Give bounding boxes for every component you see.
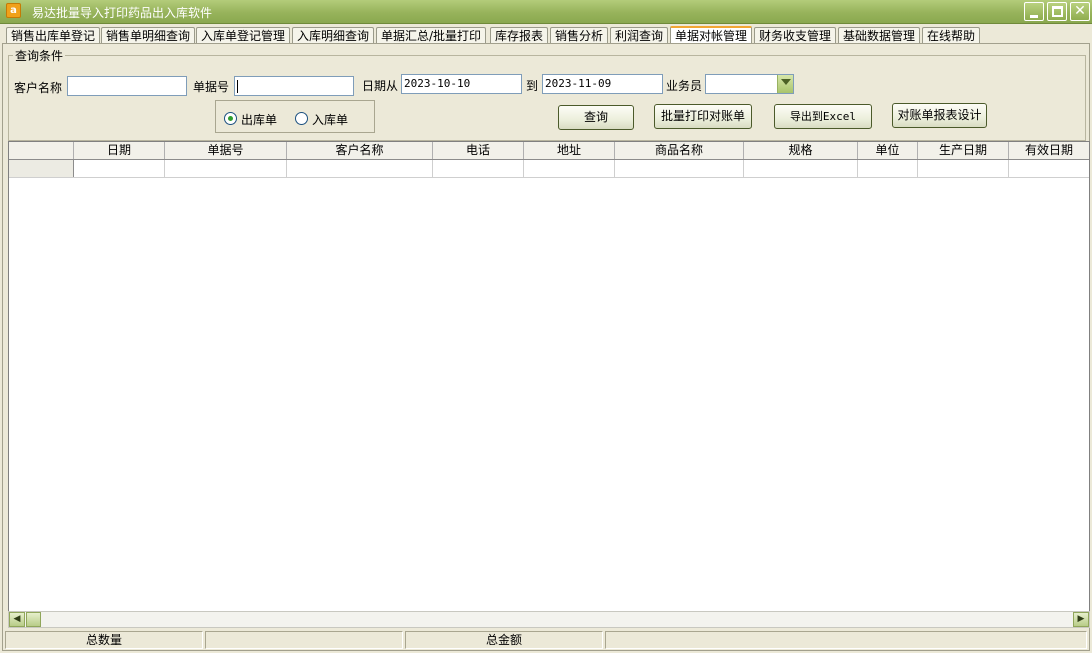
main-tabstrip: 销售出库单登记 销售单明细查询 入库单登记管理 入库明细查询 单据汇总/批量打印… <box>0 26 1092 44</box>
close-icon: ✕ <box>1074 3 1086 19</box>
row-header[interactable] <box>9 160 74 177</box>
tab-finance[interactable]: 财务收支管理 <box>754 27 837 44</box>
table-cell[interactable] <box>1009 160 1089 177</box>
query-groupbox <box>8 55 1086 141</box>
col-header[interactable]: 日期 <box>74 142 165 159</box>
tab-content: 查询条件 客户名称 单据号 日期从 2023-10-10 到 2023-11-0… <box>2 43 1090 651</box>
tab-in-register[interactable]: 入库单登记管理 <box>196 27 291 44</box>
tab-profit-query[interactable]: 利润查询 <box>610 27 669 44</box>
table-cell[interactable] <box>524 160 615 177</box>
query-group-title: 查询条件 <box>13 47 66 64</box>
scroll-left-arrow-icon[interactable]: ◀ <box>9 612 25 627</box>
tab-sales-analysis[interactable]: 销售分析 <box>550 27 609 44</box>
title-bar: a 易达批量导入打印药品出入库软件 ✕ <box>0 0 1092 24</box>
maximize-button[interactable] <box>1047 2 1067 21</box>
query-button[interactable]: 查询 <box>558 105 634 130</box>
table-cell[interactable] <box>744 160 858 177</box>
tab-reconciliation[interactable]: 单据对帐管理 <box>670 26 753 44</box>
scroll-thumb[interactable] <box>26 612 41 627</box>
minimize-button[interactable] <box>1024 2 1044 21</box>
date-to-label: 到 <box>526 79 539 93</box>
tab-online-help[interactable]: 在线帮助 <box>922 27 981 44</box>
col-header[interactable]: 电话 <box>433 142 524 159</box>
app-icon: a <box>6 3 21 18</box>
total-amount-label: 总金额 <box>405 631 603 649</box>
date-from-input[interactable]: 2023-10-10 <box>401 74 522 94</box>
report-design-button[interactable]: 对账单报表设计 <box>892 103 987 128</box>
tab-sales-detail-query[interactable]: 销售单明细查询 <box>101 27 196 44</box>
table-cell[interactable] <box>287 160 433 177</box>
tab-sales-out-register[interactable]: 销售出库单登记 <box>6 27 101 44</box>
maximize-icon <box>1052 6 1063 17</box>
doc-no-label: 单据号 <box>193 80 230 94</box>
col-header[interactable]: 有效日期 <box>1009 142 1089 159</box>
status-bar: 总数量 总金额 <box>3 630 1089 650</box>
table-cell[interactable] <box>74 160 165 177</box>
date-from-label: 日期从 <box>362 79 399 93</box>
window-title: 易达批量导入打印药品出入库软件 <box>32 6 213 20</box>
close-button[interactable]: ✕ <box>1070 2 1090 21</box>
tab-in-detail-query[interactable]: 入库明细查询 <box>292 27 375 44</box>
col-header[interactable]: 客户名称 <box>287 142 433 159</box>
customer-input[interactable] <box>67 76 187 96</box>
doc-type-radio-group: 出库单 入库单 <box>215 100 375 133</box>
chevron-down-icon <box>781 79 791 85</box>
salesman-label: 业务员 <box>666 79 703 93</box>
tab-stock-report[interactable]: 库存报表 <box>490 27 549 44</box>
radio-dot-icon <box>224 112 237 125</box>
table-row[interactable] <box>9 160 1089 178</box>
grid-header: 日期 单据号 客户名称 电话 地址 商品名称 规格 单位 生产日期 有效日期 <box>9 142 1089 160</box>
tab-summary-batch-print[interactable]: 单据汇总/批量打印 <box>376 27 487 44</box>
radio-in-label: 入库单 <box>312 113 349 127</box>
table-cell[interactable] <box>858 160 918 177</box>
total-amount-value <box>605 631 1087 649</box>
col-header[interactable]: 规格 <box>744 142 858 159</box>
col-header[interactable]: 生产日期 <box>918 142 1009 159</box>
customer-label: 客户名称 <box>14 81 63 95</box>
export-excel-button[interactable]: 导出到Excel <box>774 104 872 129</box>
scroll-right-arrow-icon[interactable]: ▶ <box>1073 612 1089 627</box>
tab-base-data[interactable]: 基础数据管理 <box>838 27 921 44</box>
table-cell[interactable] <box>165 160 287 177</box>
col-header[interactable]: 商品名称 <box>615 142 744 159</box>
col-header[interactable]: 单据号 <box>165 142 287 159</box>
table-cell[interactable] <box>433 160 524 177</box>
radio-dot-icon <box>295 112 308 125</box>
total-qty-value <box>205 631 403 649</box>
grid-corner-cell <box>9 142 74 159</box>
text-caret <box>237 79 238 93</box>
col-header[interactable]: 单位 <box>858 142 918 159</box>
radio-out-label: 出库单 <box>241 113 278 127</box>
salesman-select[interactable] <box>705 74 794 94</box>
horizontal-scrollbar[interactable]: ◀ ▶ <box>8 611 1090 628</box>
salesman-dropdown-button[interactable] <box>777 75 793 93</box>
minimize-icon <box>1030 15 1038 18</box>
date-to-input[interactable]: 2023-11-09 <box>542 74 663 94</box>
table-cell[interactable] <box>918 160 1009 177</box>
table-cell[interactable] <box>615 160 744 177</box>
col-header[interactable]: 地址 <box>524 142 615 159</box>
doc-no-input[interactable] <box>234 76 354 96</box>
batch-print-button[interactable]: 批量打印对账单 <box>654 104 752 129</box>
data-grid[interactable]: 日期 单据号 客户名称 电话 地址 商品名称 规格 单位 生产日期 有效日期 <box>8 141 1090 623</box>
total-qty-label: 总数量 <box>5 631 203 649</box>
